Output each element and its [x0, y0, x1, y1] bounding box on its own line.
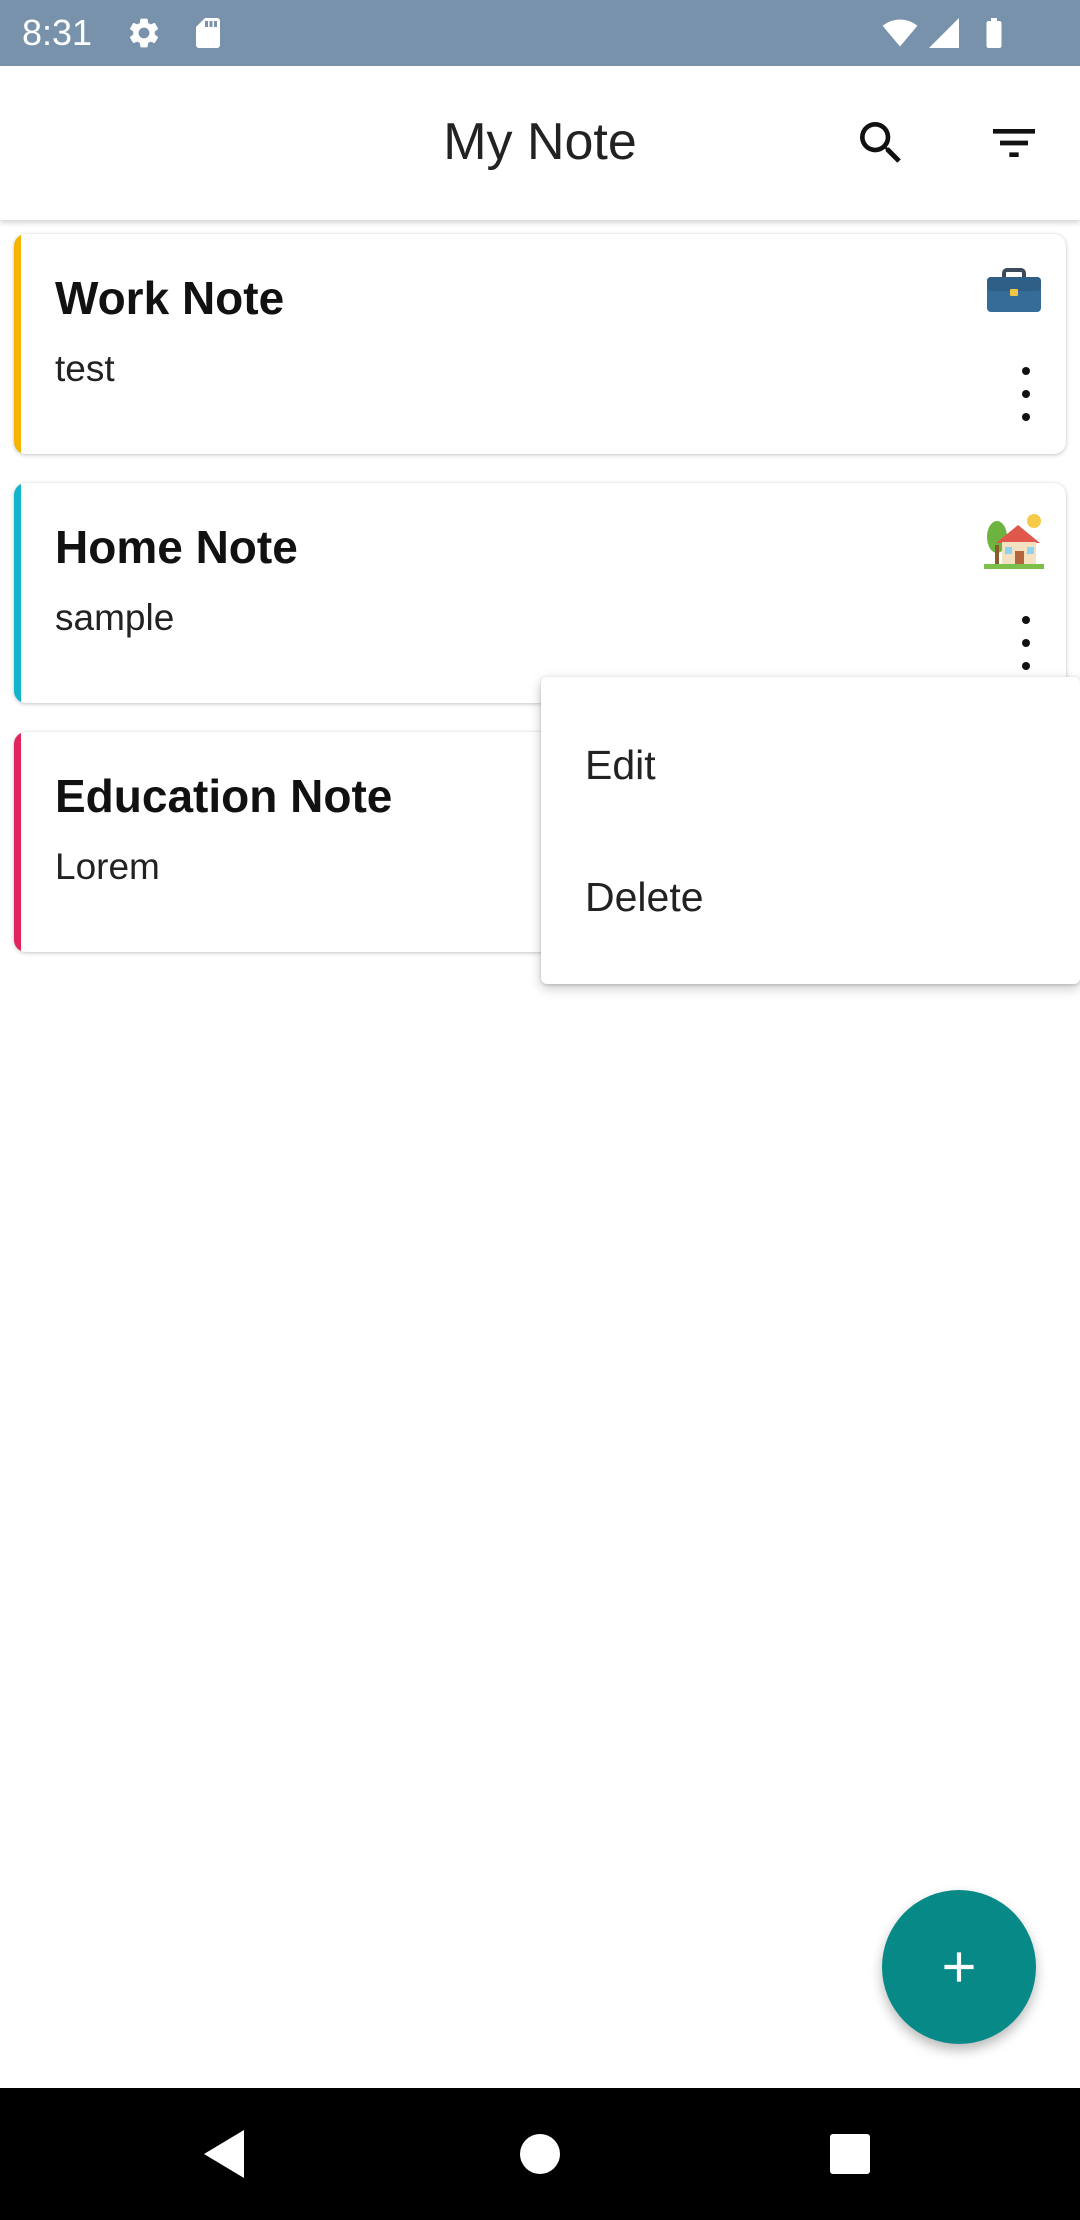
settings-icon — [126, 15, 162, 51]
sd-card-icon — [190, 15, 226, 51]
home-icon — [520, 2134, 560, 2174]
more-options-button[interactable] — [1016, 362, 1036, 426]
plus-icon — [944, 1952, 974, 1982]
house-with-garden-icon — [984, 509, 1044, 569]
signal-icon — [926, 15, 962, 51]
note-title: Home Note — [55, 521, 298, 573]
search-icon — [860, 122, 901, 163]
note-card-work[interactable]: Work Note test — [14, 234, 1066, 454]
status-bar: 8:31 — [0, 0, 1080, 66]
back-button[interactable] — [196, 2124, 256, 2184]
menu-item-edit[interactable]: Edit — [541, 699, 1080, 831]
recents-icon — [830, 2134, 870, 2174]
note-card-home[interactable]: Home Note sample — [14, 483, 1066, 703]
menu-item-delete[interactable]: Delete — [541, 831, 1080, 963]
popup-menu: Edit Delete — [541, 677, 1080, 984]
note-title: Education Note — [55, 770, 393, 822]
more-vert-icon — [1022, 616, 1030, 670]
briefcase-icon — [984, 260, 1044, 320]
page-title: My Note — [443, 113, 637, 171]
add-note-button[interactable] — [882, 1890, 1036, 2044]
back-icon — [204, 2130, 244, 2178]
more-options-button[interactable] — [1016, 611, 1036, 675]
home-button[interactable] — [510, 2124, 570, 2184]
filter-button[interactable] — [981, 110, 1047, 176]
recents-button[interactable] — [820, 2124, 880, 2184]
note-body: sample — [55, 597, 175, 638]
note-color-stripe — [14, 732, 21, 952]
note-color-stripe — [14, 483, 21, 703]
filter-icon — [993, 129, 1035, 157]
note-body: test — [55, 348, 115, 389]
app-bar: My Note — [0, 66, 1080, 220]
navigation-bar — [0, 2088, 1080, 2220]
more-vert-icon — [1022, 367, 1030, 421]
note-title: Work Note — [55, 272, 285, 324]
wifi-icon — [880, 15, 920, 51]
note-body: Lorem — [55, 846, 160, 887]
note-color-stripe — [14, 234, 21, 454]
battery-icon — [976, 15, 1012, 51]
status-time: 8:31 — [22, 12, 93, 53]
search-button[interactable] — [848, 110, 914, 176]
